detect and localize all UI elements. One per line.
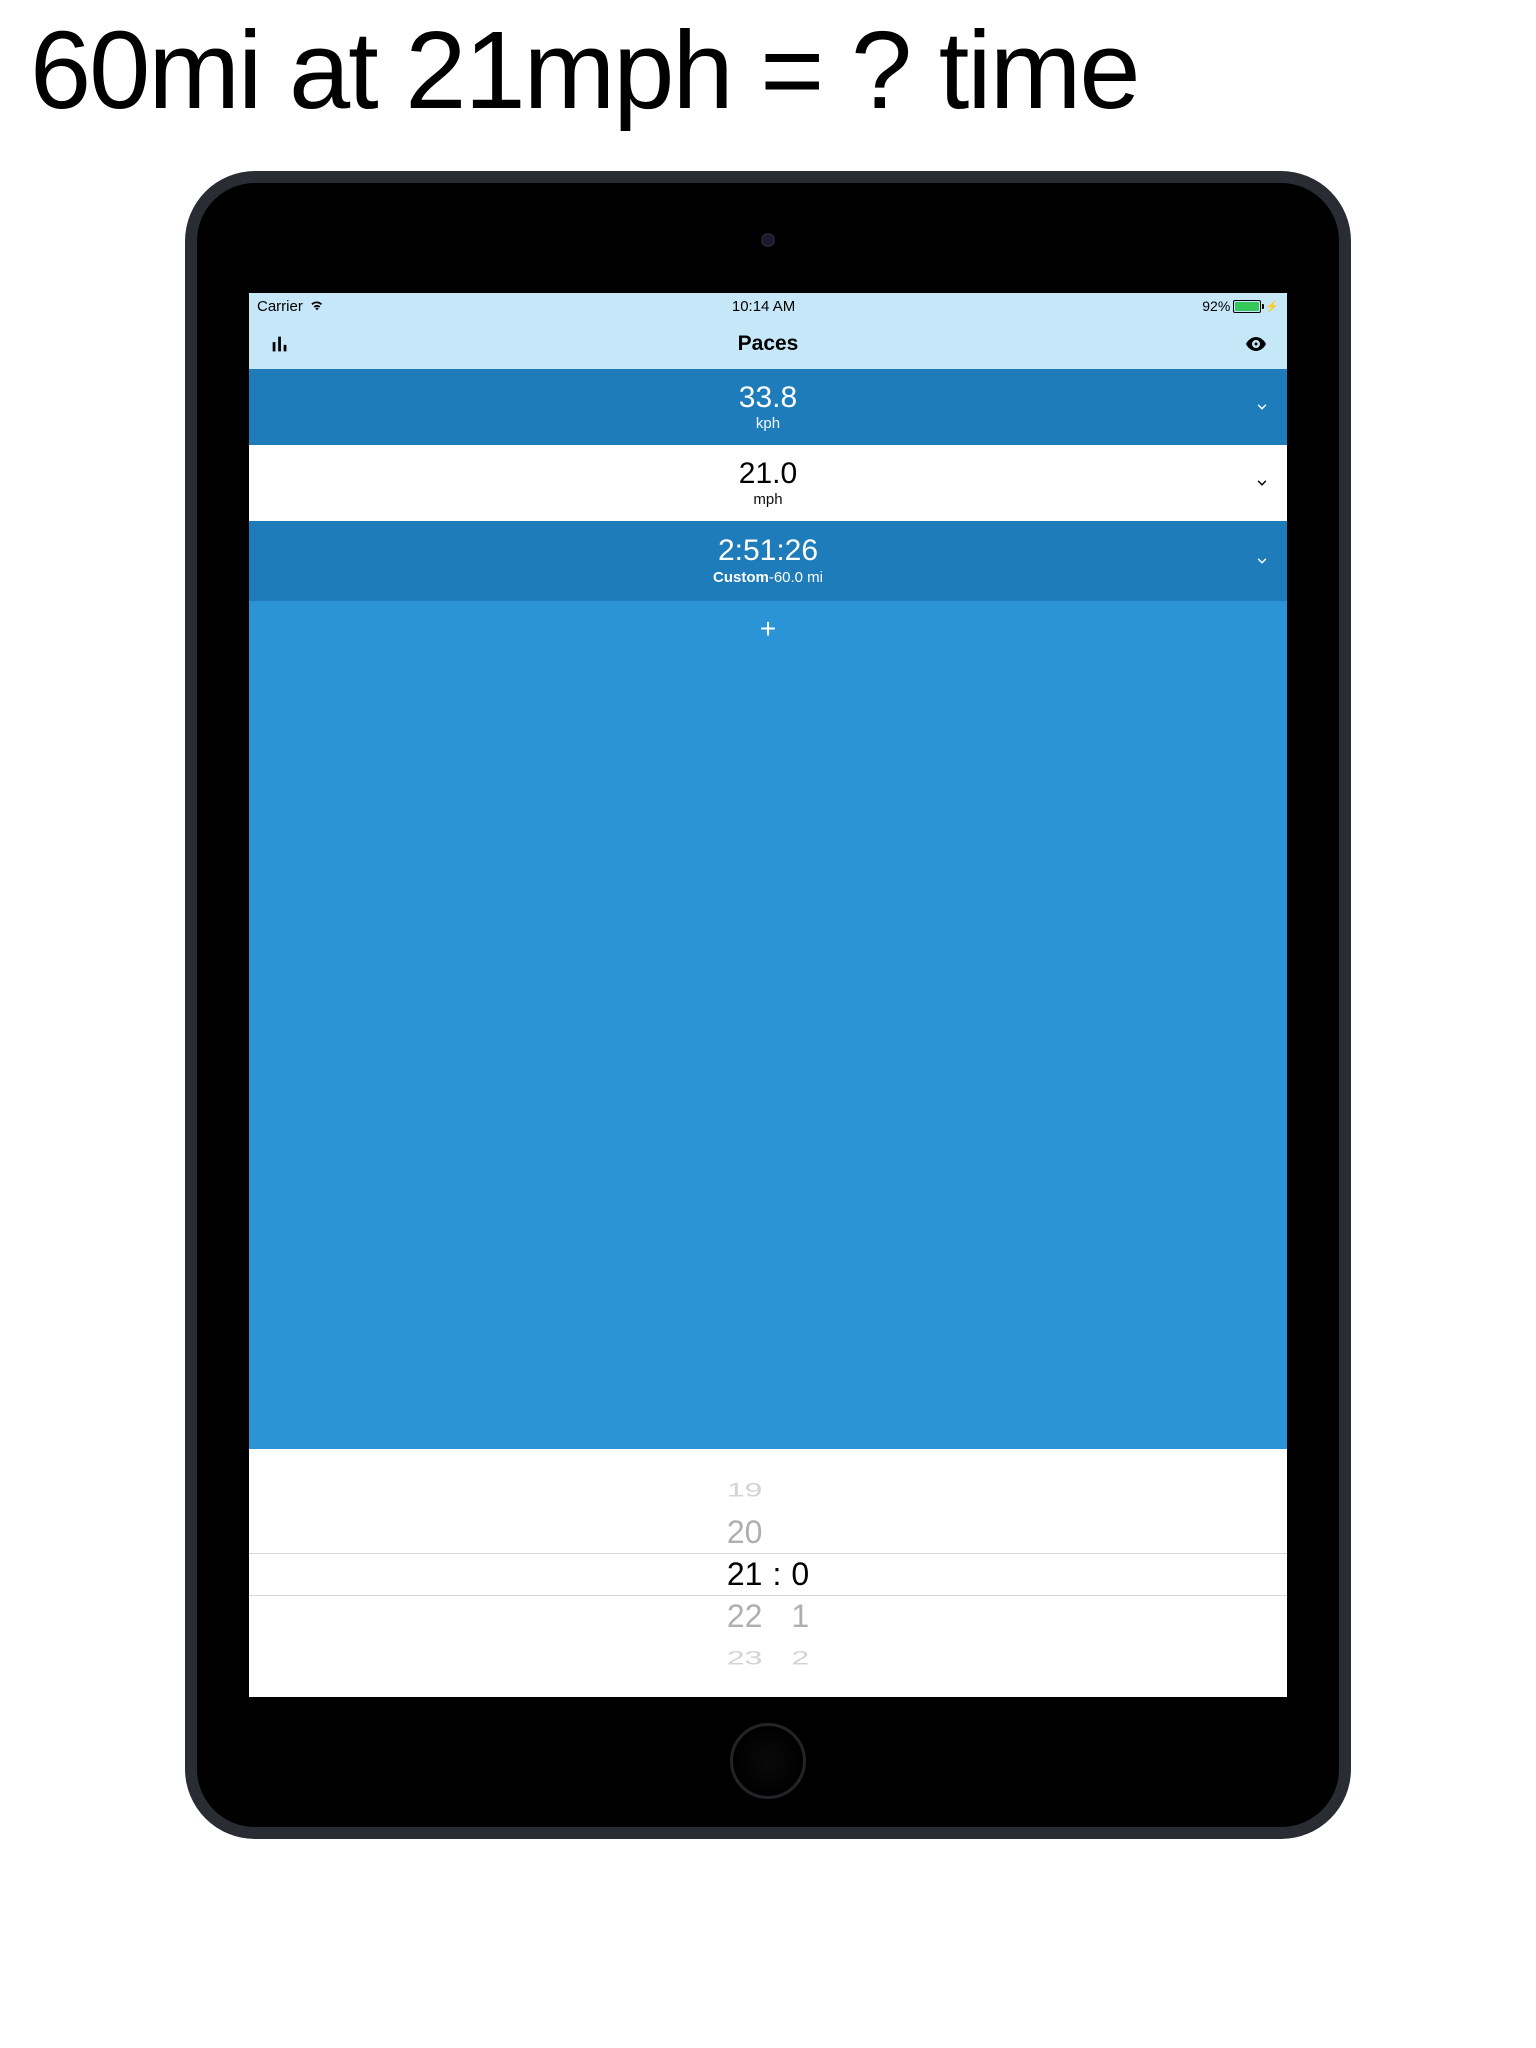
screen: Carrier 10:14 AM 92% ⚡ Paces	[249, 293, 1287, 1697]
picker-item: 2	[791, 1645, 809, 1670]
chevron-down-icon	[1255, 476, 1269, 490]
picker-item-selected: 0	[791, 1553, 809, 1595]
picker-col-whole[interactable]: 19 20 21 22 23	[727, 1449, 769, 1697]
plus-icon: +	[760, 613, 776, 645]
picker-separator: :	[768, 1553, 785, 1595]
mph-value: 21.0	[739, 459, 797, 489]
mph-unit: mph	[753, 491, 782, 508]
ipad-frame: Carrier 10:14 AM 92% ⚡ Paces	[185, 171, 1351, 1839]
time-label-bold: Custom	[713, 569, 769, 586]
content-fill	[249, 657, 1287, 1449]
kph-unit: kph	[756, 415, 780, 432]
nav-bar: Paces	[249, 319, 1287, 369]
chevron-down-icon	[1255, 400, 1269, 414]
front-camera	[761, 233, 775, 247]
status-time: 10:14 AM	[732, 298, 795, 315]
battery-icon	[1233, 300, 1261, 313]
charging-icon: ⚡	[1265, 300, 1279, 313]
picker-col-decimal[interactable]: 0 1 2	[785, 1449, 809, 1697]
carrier-label: Carrier	[257, 298, 303, 315]
chevron-down-icon	[1255, 554, 1269, 568]
nav-title: Paces	[738, 332, 799, 356]
time-label-rest: -60.0 mi	[769, 569, 823, 586]
row-kph[interactable]: 33.8 kph	[249, 369, 1287, 445]
battery-percent: 92%	[1202, 298, 1230, 314]
wifi-icon	[309, 298, 325, 315]
time-subtitle: Custom-60.0 mi	[713, 569, 823, 586]
picker-item: 20	[727, 1511, 763, 1553]
kph-value: 33.8	[739, 383, 797, 413]
add-button[interactable]: +	[249, 601, 1287, 657]
home-button[interactable]	[730, 1723, 806, 1799]
row-time[interactable]: 2:51:26 Custom-60.0 mi	[249, 521, 1287, 601]
eye-icon[interactable]	[1243, 331, 1269, 357]
page-heading: 60mi at 21mph = ? time	[0, 0, 1536, 141]
speed-picker[interactable]: 19 20 21 22 23 : 0 1 2	[249, 1449, 1287, 1697]
picker-item: 22	[727, 1595, 763, 1637]
stats-icon[interactable]	[267, 331, 293, 357]
status-bar: Carrier 10:14 AM 92% ⚡	[249, 293, 1287, 319]
picker-item: 23	[727, 1645, 763, 1670]
picker-item: 1	[791, 1595, 809, 1637]
picker-item-selected: 21	[727, 1553, 763, 1595]
time-value: 2:51:26	[718, 536, 818, 566]
status-right: 92% ⚡	[1202, 298, 1279, 314]
content: 33.8 kph 21.0 mph 2:51:26	[249, 369, 1287, 1697]
status-left: Carrier	[257, 298, 325, 315]
picker-item: 19	[727, 1477, 763, 1502]
row-mph[interactable]: 21.0 mph	[249, 445, 1287, 521]
ipad-bezel: Carrier 10:14 AM 92% ⚡ Paces	[197, 183, 1339, 1827]
